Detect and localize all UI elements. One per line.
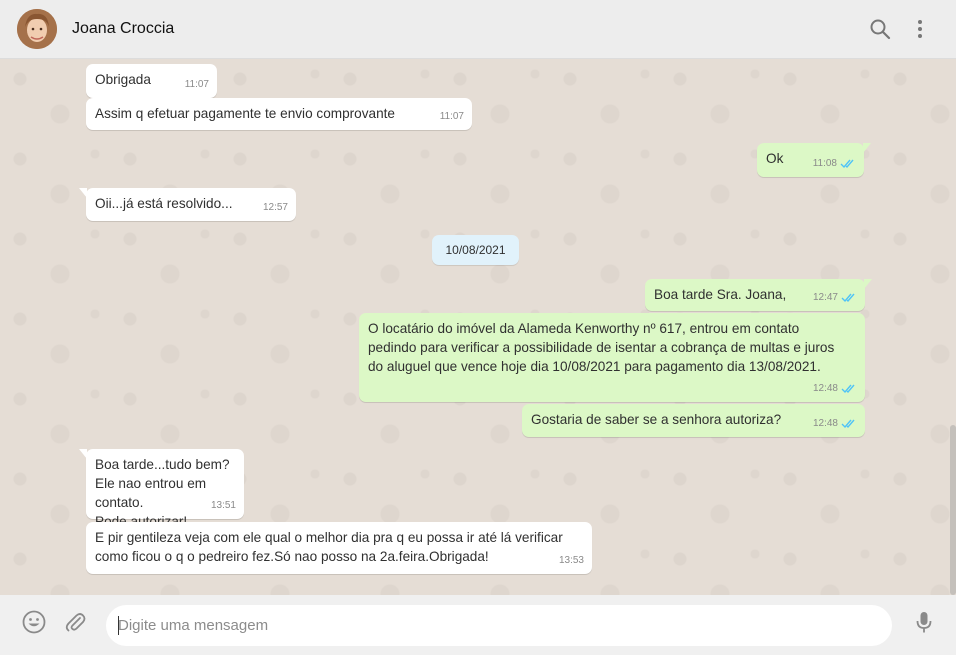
message-input[interactable]: [106, 605, 892, 646]
read-receipt-icon: [840, 159, 854, 169]
message-outgoing[interactable]: Gostaria de saber se a senhora autoriza?…: [522, 404, 865, 437]
message-time: 13:53: [558, 555, 584, 566]
message-time: 12:57: [262, 202, 288, 213]
message-input-box[interactable]: [106, 605, 892, 646]
message-time: 11:07: [184, 79, 209, 90]
contact-avatar[interactable]: [17, 9, 57, 49]
message-time: 11:07: [439, 111, 464, 122]
message-incoming[interactable]: Oii...já está resolvido... 12:57: [79, 188, 296, 221]
read-receipt-icon: [841, 384, 855, 394]
text-caret: [118, 616, 119, 635]
message-incoming[interactable]: Assim q efetuar pagamente te envio compr…: [86, 98, 472, 130]
message-time: 13:51: [210, 500, 236, 511]
search-icon[interactable]: [868, 17, 892, 41]
date-separator: 10/08/2021: [432, 235, 519, 265]
message-text: Oii...já está resolvido...: [95, 196, 233, 211]
message-text: Assim q efetuar pagamente te envio compr…: [95, 106, 395, 121]
chat-header: Joana Croccia: [0, 0, 956, 59]
message-incoming[interactable]: E pir gentileza veja com ele qual o melh…: [86, 522, 592, 574]
contact-name[interactable]: Joana Croccia: [72, 20, 174, 38]
emoji-icon[interactable]: [21, 609, 47, 635]
chat-scrollbar[interactable]: [950, 425, 956, 595]
message-outgoing[interactable]: O locatário do imóvel da Alameda Kenwort…: [359, 313, 865, 402]
message-text: E pir gentileza veja com ele qual o melh…: [95, 530, 563, 564]
message-text: O locatário do imóvel da Alameda Kenwort…: [368, 321, 835, 374]
message-outgoing[interactable]: Boa tarde Sra. Joana, 12:47: [645, 279, 872, 311]
message-time: 12:48: [812, 418, 838, 429]
read-receipt-icon: [841, 293, 855, 303]
message-list[interactable]: Obrigada 11:07 Assim q efetuar pagamente…: [0, 59, 956, 595]
read-receipt-icon: [841, 419, 855, 429]
message-composer: [0, 595, 956, 655]
message-time: 12:48: [812, 383, 838, 394]
message-text: Boa tarde...tudo bem? Ele nao entrou em …: [95, 457, 230, 529]
message-incoming[interactable]: Boa tarde...tudo bem? Ele nao entrou em …: [79, 449, 244, 529]
message-outgoing[interactable]: Ok 11:08: [757, 143, 871, 177]
message-time: 11:08: [812, 158, 837, 169]
menu-dots-icon[interactable]: [908, 17, 932, 41]
message-text: Gostaria de saber se a senhora autoriza?: [531, 412, 782, 427]
message-time: 12:47: [812, 292, 838, 303]
message-incoming[interactable]: Obrigada 11:07: [86, 64, 217, 98]
attach-clip-icon[interactable]: [62, 609, 88, 635]
microphone-icon[interactable]: [911, 609, 937, 635]
